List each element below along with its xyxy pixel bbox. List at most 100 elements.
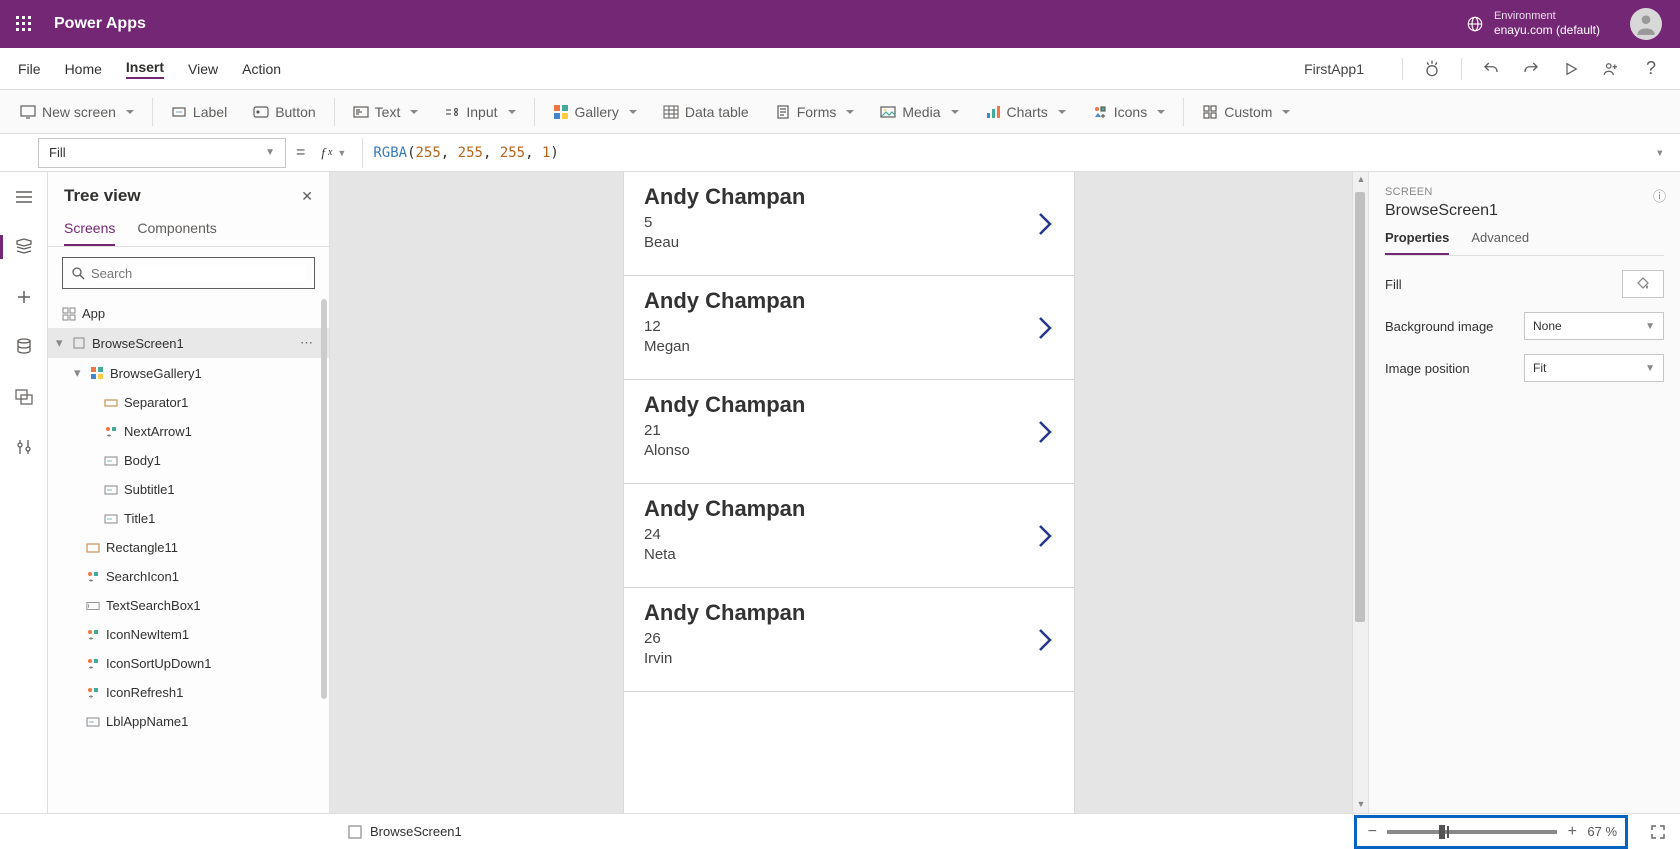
- share-icon[interactable]: [1600, 58, 1622, 80]
- tree-node-iconrefresh[interactable]: IconRefresh1: [48, 678, 329, 707]
- selected-screen-name: BrowseScreen1: [370, 824, 462, 839]
- new-screen-button[interactable]: New screen: [8, 98, 146, 126]
- waffle-icon[interactable]: [8, 8, 40, 40]
- rail-insert-icon[interactable]: [13, 286, 35, 308]
- gallery-button[interactable]: Gallery: [541, 98, 649, 126]
- tree-search-input[interactable]: [62, 257, 315, 289]
- tree-node-iconnew[interactable]: IconNewItem1: [48, 620, 329, 649]
- tree-node-searchicon[interactable]: SearchIcon1: [48, 562, 329, 591]
- table-icon: [663, 104, 679, 120]
- prop-bg-label: Background image: [1385, 319, 1493, 334]
- next-arrow-icon[interactable]: [1036, 314, 1054, 342]
- more-icon[interactable]: ⋯: [300, 335, 313, 351]
- tree-node-body[interactable]: Body1: [48, 446, 329, 475]
- next-arrow-icon[interactable]: [1036, 210, 1054, 238]
- tree-node-lblappname[interactable]: LblAppName1: [48, 707, 329, 736]
- text-button[interactable]: Text: [341, 98, 431, 126]
- tab-properties[interactable]: Properties: [1385, 230, 1449, 255]
- close-icon[interactable]: ✕: [301, 188, 313, 205]
- charts-button[interactable]: Charts: [973, 98, 1078, 126]
- help-icon[interactable]: ?: [1640, 58, 1662, 80]
- prop-pos-label: Image position: [1385, 361, 1470, 376]
- tree-node-gallery[interactable]: ▾BrowseGallery1: [48, 358, 329, 388]
- zoom-out-button[interactable]: −: [1365, 823, 1379, 841]
- rail-media-icon[interactable]: [13, 386, 35, 408]
- forms-button[interactable]: Forms: [763, 98, 867, 126]
- redo-icon[interactable]: [1520, 58, 1542, 80]
- button-icon: [253, 104, 269, 120]
- media-button[interactable]: Media: [868, 98, 970, 126]
- user-avatar[interactable]: [1630, 8, 1662, 40]
- image-position-select[interactable]: Fit▼: [1524, 354, 1664, 382]
- gallery-item[interactable]: Andy Champan 21 Alonso: [624, 380, 1074, 484]
- property-selector[interactable]: Fill ▼: [38, 138, 286, 168]
- left-rail: [0, 172, 48, 813]
- tree-node-rectangle[interactable]: Rectangle11: [48, 533, 329, 562]
- fx-label[interactable]: fx▼: [315, 145, 352, 161]
- button-button[interactable]: Button: [241, 98, 327, 126]
- selected-screen-icon: [348, 825, 362, 839]
- status-bar: BrowseScreen1 − + 67 %: [0, 813, 1680, 849]
- menu-insert[interactable]: Insert: [126, 59, 164, 79]
- icon-icon: [86, 628, 100, 642]
- gallery-item[interactable]: Andy Champan 24 Neta: [624, 484, 1074, 588]
- gallery-icon: [90, 366, 104, 380]
- next-arrow-icon[interactable]: [1036, 626, 1054, 654]
- tree-node-separator[interactable]: Separator1: [48, 388, 329, 417]
- menu-file[interactable]: File: [18, 61, 41, 77]
- zoom-slider[interactable]: [1387, 830, 1557, 834]
- tab-advanced[interactable]: Advanced: [1471, 230, 1529, 255]
- gallery-item[interactable]: Andy Champan 12 Megan: [624, 276, 1074, 380]
- app-checker-icon[interactable]: [1421, 58, 1443, 80]
- media-icon: [880, 104, 896, 120]
- props-type: SCREEN: [1385, 186, 1664, 198]
- data-table-button[interactable]: Data table: [651, 98, 761, 126]
- equals-sign: =: [296, 144, 305, 162]
- fullscreen-icon[interactable]: [1650, 824, 1666, 840]
- tree-node-subtitle[interactable]: Subtitle1: [48, 475, 329, 504]
- icons-button[interactable]: Icons: [1080, 98, 1177, 126]
- input-button[interactable]: Input: [432, 98, 527, 126]
- next-arrow-icon[interactable]: [1036, 522, 1054, 550]
- tree-node-iconsort[interactable]: IconSortUpDown1: [48, 649, 329, 678]
- custom-button[interactable]: Custom: [1190, 98, 1302, 126]
- rail-tree-view-icon[interactable]: [13, 236, 35, 258]
- chevron-down-icon: ▼: [1645, 321, 1655, 332]
- tab-components[interactable]: Components: [137, 220, 216, 246]
- canvas-scrollbar[interactable]: ▲ ▼: [1352, 172, 1368, 813]
- tree-scrollbar[interactable]: [321, 299, 327, 699]
- fill-color-button[interactable]: [1622, 270, 1664, 298]
- formula-expand-icon[interactable]: ▾: [1656, 145, 1664, 161]
- label-icon: [171, 104, 187, 120]
- tree-node-textsearch[interactable]: TextSearchBox1: [48, 591, 329, 620]
- bg-image-select[interactable]: None▼: [1524, 312, 1664, 340]
- formula-input[interactable]: RGBA(255, 255, 255, 1) ▾: [362, 138, 1670, 168]
- environment-selector[interactable]: Environment enayu.com (default): [1466, 10, 1600, 38]
- next-arrow-icon[interactable]: [1036, 418, 1054, 446]
- tree-node-title[interactable]: Title1: [48, 504, 329, 533]
- menu-view[interactable]: View: [188, 61, 218, 77]
- gallery-icon: [553, 104, 569, 120]
- icon-icon: [86, 570, 100, 584]
- play-icon[interactable]: [1560, 58, 1582, 80]
- gallery-item[interactable]: Andy Champan 26 Irvin: [624, 588, 1074, 692]
- undo-icon[interactable]: [1480, 58, 1502, 80]
- gallery-item[interactable]: Andy Champan 5 Beau: [624, 172, 1074, 276]
- rail-hamburger-icon[interactable]: [13, 186, 35, 208]
- rail-data-icon[interactable]: [13, 336, 35, 358]
- menu-action[interactable]: Action: [242, 61, 281, 77]
- chevron-down-icon: ▾: [56, 335, 66, 351]
- icon-icon: [104, 425, 118, 439]
- environment-label: Environment: [1494, 10, 1600, 23]
- tree-node-browsescreen[interactable]: ▾BrowseScreen1⋯: [48, 328, 329, 358]
- zoom-in-button[interactable]: +: [1565, 823, 1579, 841]
- panel-help-icon[interactable]: ⓘ: [1653, 186, 1666, 205]
- canvas-area[interactable]: Andy Champan 5 Beau Andy Champan 12 Mega…: [330, 172, 1368, 813]
- rail-tools-icon[interactable]: [13, 436, 35, 458]
- tree-node-nextarrow[interactable]: NextArrow1: [48, 417, 329, 446]
- tree-node-app[interactable]: App: [48, 299, 329, 328]
- label-button[interactable]: Label: [159, 98, 239, 126]
- tab-screens[interactable]: Screens: [64, 220, 115, 246]
- separator-icon: [104, 396, 118, 410]
- menu-home[interactable]: Home: [65, 61, 102, 77]
